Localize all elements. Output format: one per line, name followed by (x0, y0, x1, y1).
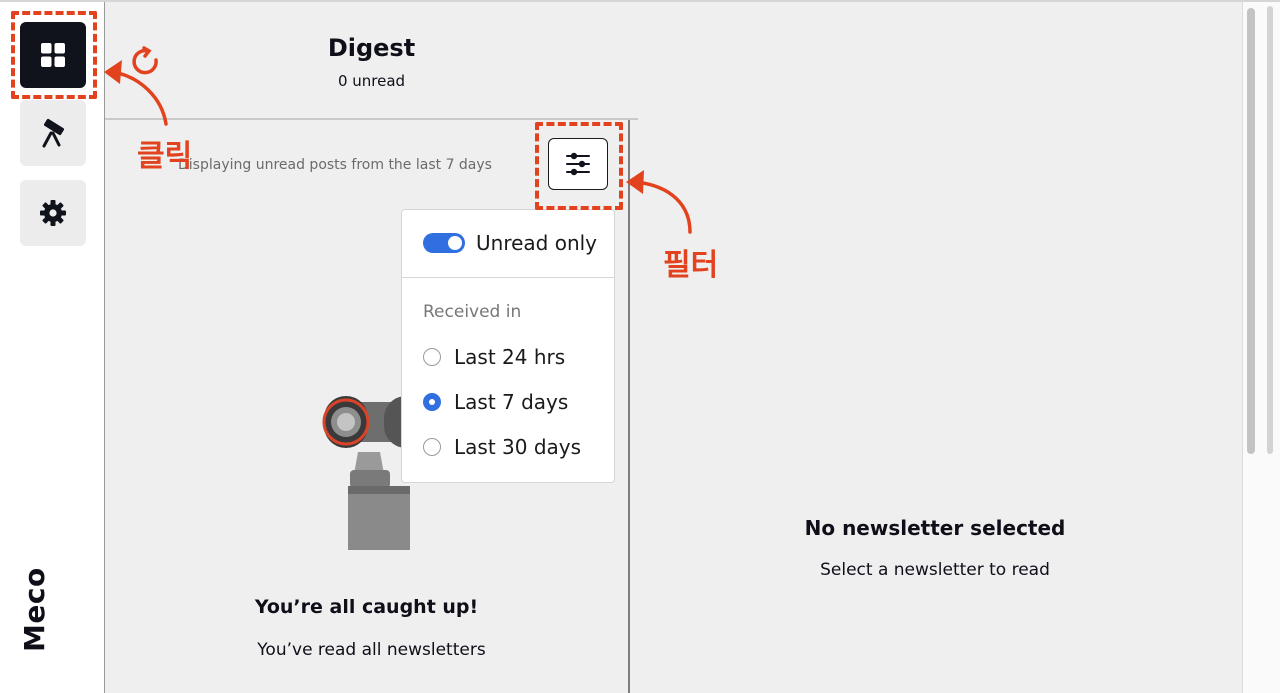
annotation-click-label: 클릭 (137, 139, 193, 174)
annotation-arrows (104, 46, 692, 234)
arrowhead-filter (626, 170, 644, 194)
arrowhead-digest (104, 60, 122, 84)
arrow-to-filter (634, 180, 692, 234)
annotation-filter-label: 필터 (663, 248, 719, 283)
